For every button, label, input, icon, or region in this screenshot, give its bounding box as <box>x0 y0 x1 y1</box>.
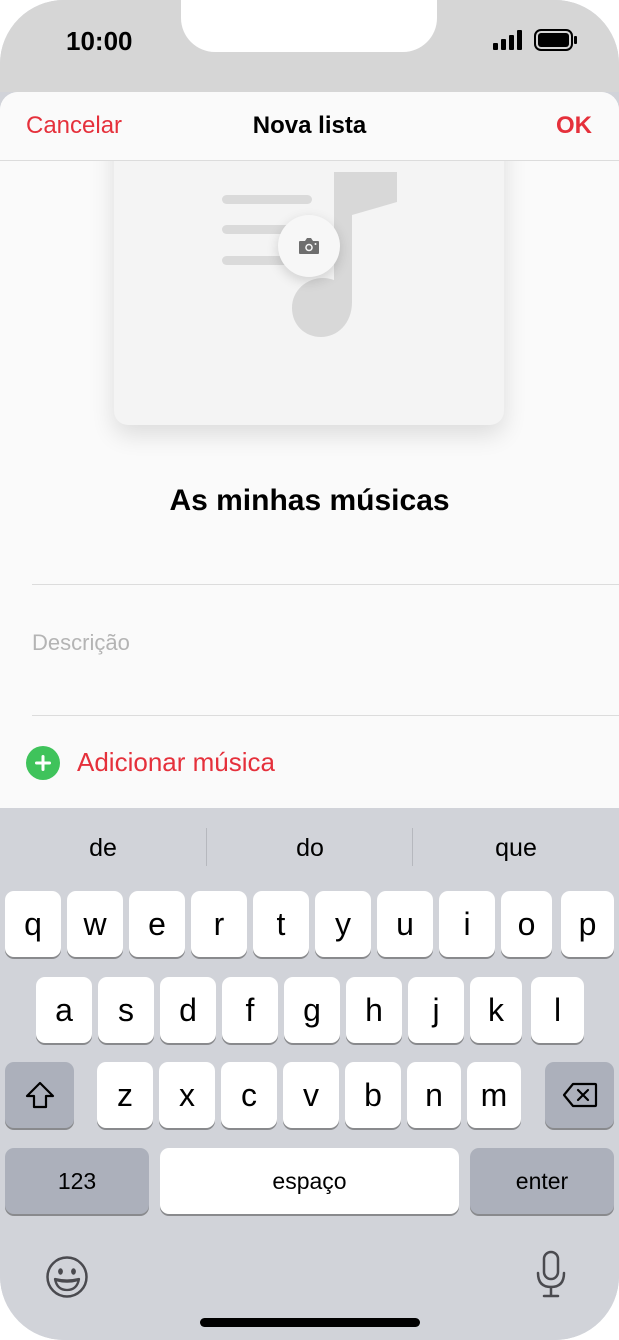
key-b[interactable]: b <box>345 1062 401 1128</box>
key-s[interactable]: s <box>98 977 154 1043</box>
signal-icon <box>493 30 522 50</box>
key-p[interactable]: p <box>561 891 614 957</box>
microphone-icon[interactable] <box>536 1250 566 1300</box>
divider <box>32 584 619 585</box>
key-u[interactable]: u <box>377 891 433 957</box>
key-f[interactable]: f <box>222 977 278 1043</box>
key-i[interactable]: i <box>439 891 495 957</box>
suggestion-1[interactable]: de <box>0 834 206 863</box>
enter-key[interactable]: enter <box>470 1148 614 1214</box>
ok-button[interactable]: OK <box>556 112 592 140</box>
key-e[interactable]: e <box>129 891 185 957</box>
shift-icon <box>25 1081 54 1109</box>
key-d[interactable]: d <box>160 977 216 1043</box>
backspace-key[interactable] <box>545 1062 614 1128</box>
divider <box>32 715 619 716</box>
keyboard: de do que q w e r t y u i o p a s d f g … <box>0 808 619 1340</box>
notch <box>181 0 437 52</box>
key-x[interactable]: x <box>159 1062 215 1128</box>
key-t[interactable]: t <box>253 891 309 957</box>
battery-icon <box>534 29 577 51</box>
key-g[interactable]: g <box>284 977 340 1043</box>
key-v[interactable]: v <box>283 1062 339 1128</box>
key-c[interactable]: c <box>221 1062 277 1128</box>
nav-title: Nova lista <box>252 112 367 139</box>
suggestion-2[interactable]: do <box>207 834 413 863</box>
key-j[interactable]: j <box>408 977 464 1043</box>
key-h[interactable]: h <box>346 977 402 1043</box>
shift-key[interactable] <box>5 1062 74 1128</box>
key-k[interactable]: k <box>470 977 522 1043</box>
emoji-icon[interactable] <box>45 1255 89 1299</box>
key-m[interactable]: m <box>467 1062 521 1128</box>
phone-screen: 10:00 Cancelar Nova lista OK As minhas m… <box>0 0 619 1340</box>
backspace-icon <box>562 1082 597 1108</box>
key-r[interactable]: r <box>191 891 247 957</box>
home-indicator[interactable] <box>200 1318 420 1327</box>
space-key[interactable]: espaço <box>160 1148 459 1214</box>
playlist-title[interactable]: As minhas músicas <box>0 484 619 518</box>
key-w[interactable]: w <box>67 891 123 957</box>
key-q[interactable]: q <box>5 891 61 957</box>
key-n[interactable]: n <box>407 1062 461 1128</box>
status-time: 10:00 <box>66 26 133 56</box>
add-icon <box>26 746 60 780</box>
key-o[interactable]: o <box>501 891 552 957</box>
description-field[interactable]: Descrição <box>32 630 130 656</box>
new-playlist-sheet: Cancelar Nova lista OK As minhas músicas <box>0 92 619 808</box>
key-l[interactable]: l <box>531 977 584 1043</box>
add-music-label: Adicionar música <box>77 747 275 777</box>
camera-button[interactable] <box>278 215 340 277</box>
key-a[interactable]: a <box>36 977 92 1043</box>
camera-icon <box>299 238 319 254</box>
key-y[interactable]: y <box>315 891 371 957</box>
nav-bar: Cancelar Nova lista OK <box>0 92 619 161</box>
status-bar: 10:00 <box>0 0 619 92</box>
numbers-key[interactable]: 123 <box>5 1148 149 1214</box>
suggestion-3[interactable]: que <box>413 834 619 863</box>
key-z[interactable]: z <box>97 1062 153 1128</box>
